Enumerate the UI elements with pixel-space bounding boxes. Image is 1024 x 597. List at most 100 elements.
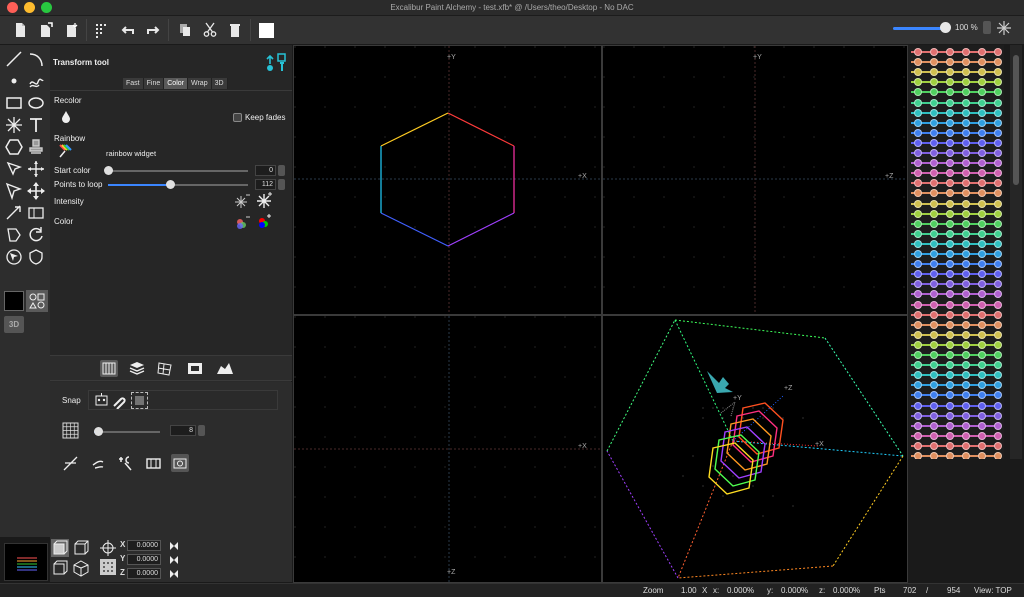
palette-point-dot[interactable] [994, 441, 1002, 450]
rotate-tool[interactable] [25, 224, 47, 246]
palette-point-dot[interactable] [978, 391, 986, 400]
palette-point-dot[interactable] [914, 199, 922, 208]
palette-point-dot[interactable] [946, 441, 954, 450]
palette-point-dot[interactable] [978, 138, 986, 147]
y-coord-input[interactable]: 0.0000 [127, 554, 161, 565]
palette-point-dot[interactable] [946, 48, 954, 56]
palette-point-dot[interactable] [946, 229, 954, 238]
palette-point-dot[interactable] [930, 452, 938, 459]
palette-point-dot[interactable] [994, 351, 1002, 359]
palette-point-dot[interactable] [978, 179, 986, 188]
palette-point-dot[interactable] [978, 58, 986, 67]
palette-point-dot[interactable] [978, 229, 986, 238]
palette-point-dot[interactable] [930, 300, 938, 309]
palette-point-dot[interactable] [914, 320, 922, 329]
palette-point-dot[interactable] [994, 219, 1002, 228]
origin-target-button[interactable] [100, 540, 116, 556]
palette-point-dot[interactable] [962, 229, 970, 238]
palette-point-dot[interactable] [946, 391, 954, 400]
palette-row[interactable] [908, 370, 1004, 380]
palette-point-dot[interactable] [978, 401, 986, 410]
palette-row[interactable] [908, 188, 1004, 198]
palette-row[interactable] [908, 279, 1004, 289]
palette-row[interactable] [908, 249, 1004, 259]
palette-point-dot[interactable] [962, 169, 970, 178]
polygon-tool[interactable] [3, 136, 25, 158]
palette-point-dot[interactable] [946, 270, 954, 279]
palette-point-dot[interactable] [930, 411, 938, 420]
recolor-button[interactable] [59, 110, 73, 124]
palette-point-dot[interactable] [978, 199, 986, 208]
palette-point-dot[interactable] [914, 260, 922, 269]
snap-angle-button[interactable] [62, 455, 79, 472]
palette-point-dot[interactable] [962, 310, 970, 319]
shield-tool[interactable] [25, 246, 47, 268]
palette-point-dot[interactable] [946, 108, 954, 117]
palette-point-dot[interactable] [962, 411, 970, 420]
text-tool[interactable] [25, 114, 47, 136]
palette-point-dot[interactable] [914, 48, 922, 56]
palette-row[interactable] [908, 138, 1004, 148]
snap-magnet-button[interactable] [111, 392, 128, 410]
palette-point-dot[interactable] [930, 128, 938, 137]
palette-point-dot[interactable] [946, 340, 954, 349]
palette-point-dot[interactable] [930, 401, 938, 410]
pivot-grid-button[interactable] [100, 559, 116, 575]
start-color-slider-knob[interactable] [104, 166, 113, 175]
palette-point-dot[interactable] [962, 391, 970, 400]
palette-point-dot[interactable] [978, 452, 986, 459]
palette-point-dot[interactable] [914, 371, 922, 380]
palette-point-dot[interactable] [946, 351, 954, 359]
palette-point-dot[interactable] [946, 381, 954, 390]
palette-point-dot[interactable] [930, 199, 938, 208]
front-view-button[interactable] [51, 539, 69, 557]
palette-point-dot[interactable] [946, 239, 954, 248]
palette-point-dot[interactable] [914, 310, 922, 319]
palette-point-dot[interactable] [962, 138, 970, 147]
mode-frame-button[interactable] [186, 360, 204, 377]
palette-point-dot[interactable] [946, 169, 954, 178]
palette-point-dot[interactable] [962, 260, 970, 269]
palette-row[interactable] [908, 411, 1004, 421]
palette-row[interactable] [908, 401, 1004, 411]
palette-point-dot[interactable] [930, 68, 938, 77]
palette-point-dot[interactable] [978, 189, 986, 198]
palette-point-dot[interactable] [978, 351, 986, 359]
palette-point-dot[interactable] [930, 361, 938, 370]
zoom-slider-knob[interactable] [940, 22, 951, 33]
palette-point-dot[interactable] [978, 421, 986, 430]
palette-point-dot[interactable] [962, 431, 970, 440]
palette-point-dot[interactable] [978, 361, 986, 370]
palette-point-dot[interactable] [994, 78, 1002, 87]
palette-point-dot[interactable] [914, 149, 922, 157]
palette-row[interactable] [908, 47, 1004, 57]
palette-point-dot[interactable] [946, 371, 954, 380]
palette-point-dot[interactable] [930, 149, 938, 157]
palette-point-dot[interactable] [962, 340, 970, 349]
intensity-increase-button[interactable] [256, 191, 274, 209]
palette-point-dot[interactable] [914, 159, 922, 168]
x-coord-input[interactable]: 0.0000 [127, 540, 161, 551]
top-viewport[interactable]: +X +Z [293, 315, 602, 583]
perspective-viewport[interactable]: +Y +Z +X [602, 315, 908, 583]
freehand-tool[interactable] [25, 70, 47, 92]
palette-point-dot[interactable] [914, 411, 922, 420]
palette-point-dot[interactable] [930, 270, 938, 279]
palette-row[interactable] [908, 209, 1004, 219]
palette-point-dot[interactable] [962, 149, 970, 157]
palette-point-dot[interactable] [962, 452, 970, 459]
palette-row[interactable] [908, 330, 1004, 340]
palette-point-dot[interactable] [978, 300, 986, 309]
palette-point-dot[interactable] [930, 280, 938, 289]
palette-point-dot[interactable] [914, 280, 922, 289]
palette-point-dot[interactable] [962, 209, 970, 218]
palette-row[interactable] [908, 360, 1004, 370]
palette-point-dot[interactable] [978, 108, 986, 117]
palette-point-dot[interactable] [930, 108, 938, 117]
palette-point-dot[interactable] [930, 371, 938, 380]
palette-point-dot[interactable] [930, 219, 938, 228]
palette-point-dot[interactable] [978, 381, 986, 390]
palette-point-dot[interactable] [914, 290, 922, 299]
palette-point-dot[interactable] [914, 219, 922, 228]
palette-point-dot[interactable] [994, 270, 1002, 279]
